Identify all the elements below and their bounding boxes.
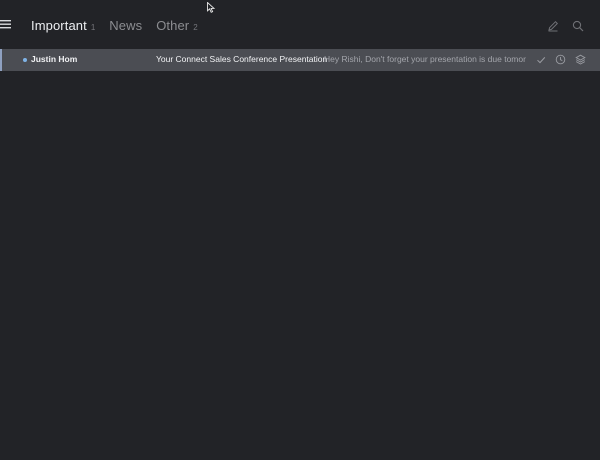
move-icon[interactable] [575,54,586,65]
tab-label: Other [156,18,190,33]
message-row[interactable]: Justin Hom Your Connect Sales Conference… [0,49,600,71]
row-actions [526,54,586,65]
message-snippet: Hey Rishi, Don't forget your presentatio… [324,54,526,64]
mail-app: Important 1 News Other 2 Justin Hom Your… [0,0,600,460]
tab-important[interactable]: Important 1 [31,18,95,33]
tab-label: Important [31,18,87,33]
message-subject: Your Connect Sales Conference Presentati… [156,54,328,64]
check-icon[interactable] [535,54,546,65]
tab-other[interactable]: Other 2 [156,18,197,33]
compose-icon[interactable] [546,19,560,33]
top-bar: Important 1 News Other 2 [0,0,600,50]
category-tabs: Important 1 News Other 2 [31,18,212,34]
tab-label: News [109,18,143,33]
search-icon[interactable] [571,19,585,33]
menu-icon[interactable] [0,17,12,31]
message-sender: Justin Hom [31,54,78,64]
top-actions [535,19,585,33]
snooze-icon[interactable] [555,54,566,65]
tab-news[interactable]: News [109,18,142,33]
unread-indicator [23,58,27,62]
message-list: Justin Hom Your Connect Sales Conference… [0,49,600,71]
tab-count: 1 [90,23,96,32]
tab-count: 2 [193,23,198,32]
